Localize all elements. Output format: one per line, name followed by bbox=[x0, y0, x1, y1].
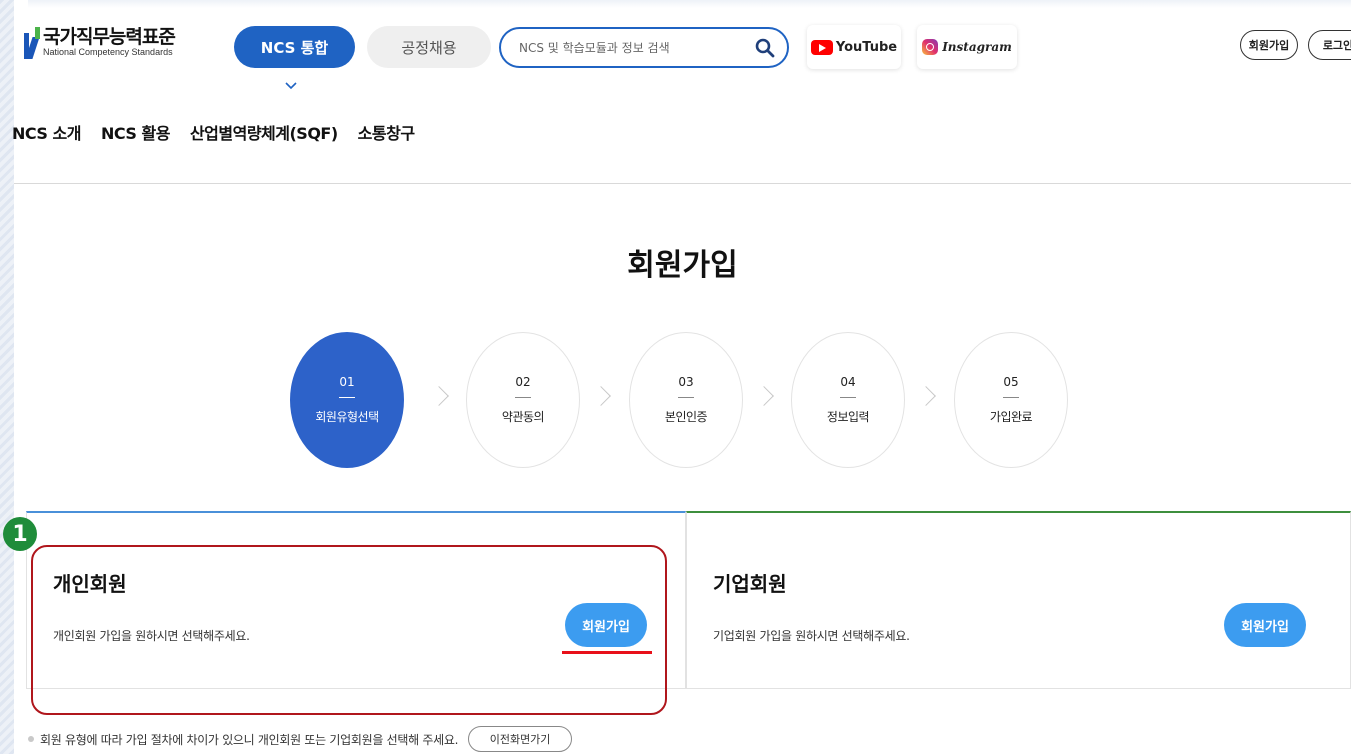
back-button[interactable]: 이전화면가기 bbox=[468, 726, 573, 752]
tab-ncs[interactable]: NCS 통합 bbox=[234, 26, 355, 68]
nav-divider bbox=[14, 183, 1351, 184]
tab-recruit[interactable]: 공정채용 bbox=[367, 26, 491, 68]
bullet-icon bbox=[28, 736, 34, 742]
step-arrow-icon bbox=[429, 386, 449, 406]
business-member-card: 기업회원 기업회원 가입을 원하시면 선택해주세요. 회원가입 bbox=[686, 511, 1351, 689]
site-logo[interactable]: 국가직무능력표준 National Competency Standards bbox=[24, 26, 176, 59]
step-arrow-icon bbox=[591, 386, 611, 406]
personal-card-title: 개인회원 bbox=[53, 572, 127, 596]
personal-join-button[interactable]: 회원가입 bbox=[565, 603, 647, 647]
youtube-label: YouTube bbox=[835, 39, 898, 55]
annotation-badge: 1 bbox=[3, 517, 37, 551]
header-login-button[interactable]: 로그인 bbox=[1308, 30, 1351, 60]
step-3: 03 본인인증 bbox=[629, 332, 743, 468]
instagram-icon bbox=[922, 39, 939, 55]
youtube-icon bbox=[810, 39, 833, 55]
page: 국가직무능력표준 National Competency Standards N… bbox=[3, 0, 1351, 754]
instagram-label: Instagram bbox=[942, 40, 1012, 54]
step-arrow-icon bbox=[916, 386, 936, 406]
step-5: 05 가입완료 bbox=[954, 332, 1068, 468]
search-icon bbox=[755, 38, 775, 57]
step-2: 02 약관동의 bbox=[466, 332, 580, 468]
business-join-button[interactable]: 회원가입 bbox=[1224, 603, 1306, 647]
personal-card-desc: 개인회원 가입을 원하시면 선택해주세요. bbox=[53, 629, 250, 643]
note-text: 회원 유형에 따라 가입 절차에 차이가 있으니 개인회원 또는 기업회원을 선… bbox=[40, 732, 459, 747]
step-4: 04 정보입력 bbox=[791, 332, 905, 468]
member-type-note: 회원 유형에 따라 가입 절차에 차이가 있으니 개인회원 또는 기업회원을 선… bbox=[28, 726, 573, 752]
nav-item-ncs-intro[interactable]: NCS 소개 bbox=[12, 120, 81, 144]
ncs-logo-icon bbox=[24, 27, 40, 59]
nav-item-ncs-use[interactable]: NCS 활용 bbox=[101, 120, 170, 144]
instagram-link[interactable]: Instagram bbox=[917, 25, 1017, 69]
header-join-button[interactable]: 회원가입 bbox=[1240, 30, 1298, 60]
nav-item-communication[interactable]: 소통창구 bbox=[358, 120, 415, 144]
personal-member-card: 개인회원 개인회원 가입을 원하시면 선택해주세요. 회원가입 bbox=[26, 511, 686, 689]
step-1: 01 회원유형선택 bbox=[290, 332, 404, 468]
business-card-desc: 기업회원 가입을 원하시면 선택해주세요. bbox=[713, 629, 910, 643]
annotation-underline bbox=[562, 651, 652, 654]
nav-item-sqf[interactable]: 산업별역량체계(SQF) bbox=[190, 120, 338, 144]
youtube-link[interactable]: YouTube bbox=[807, 25, 901, 69]
logo-title-en: National Competency Standards bbox=[43, 47, 173, 57]
business-card-title: 기업회원 bbox=[713, 572, 787, 596]
search-input[interactable] bbox=[519, 40, 753, 55]
search-button[interactable] bbox=[753, 36, 777, 60]
step-arrow-icon bbox=[754, 386, 774, 406]
chevron-down-icon bbox=[285, 79, 297, 94]
top-fade bbox=[28, 0, 1351, 8]
page-title: 회원가입 bbox=[627, 248, 738, 283]
search-box bbox=[499, 27, 789, 68]
background-strip bbox=[0, 0, 14, 754]
logo-title-ko: 국가직무능력표준 bbox=[43, 26, 176, 48]
main-nav: NCS 소개 NCS 활용 산업별역량체계(SQF) 소통창구 bbox=[12, 120, 435, 144]
